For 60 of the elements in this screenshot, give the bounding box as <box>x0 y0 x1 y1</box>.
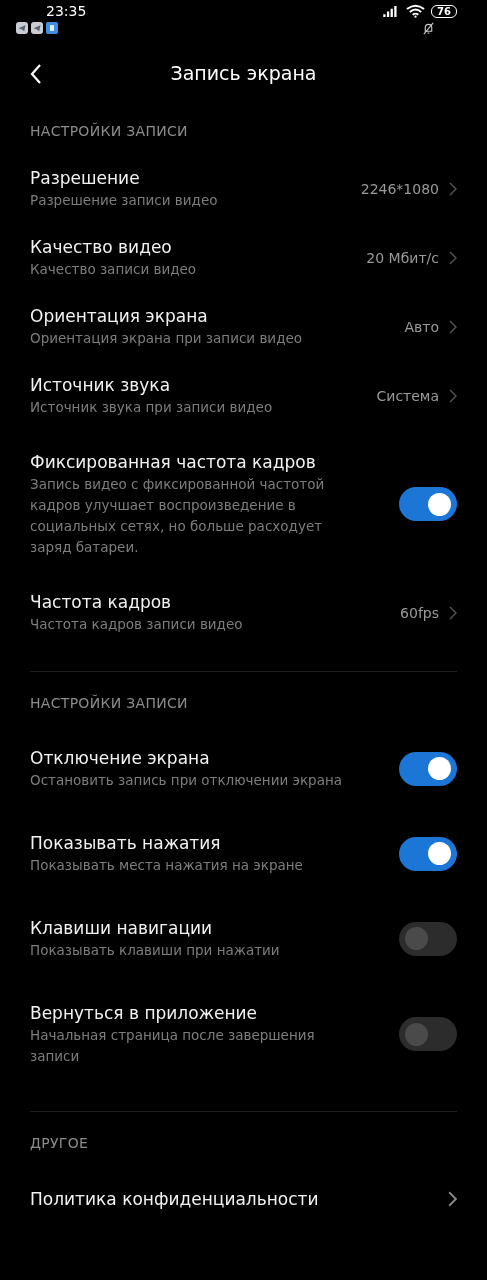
setting-value: 60fps <box>400 604 439 621</box>
chevron-icon <box>449 250 457 265</box>
setting-description: Показывать места нажатия на экране <box>30 856 304 875</box>
paper-plane-icon <box>31 22 43 34</box>
setting-title: Вернуться в приложение <box>30 1002 259 1025</box>
wifi-icon <box>406 4 426 18</box>
muted-bell-icon <box>422 22 435 35</box>
toggle-switch[interactable] <box>399 921 457 956</box>
settings-row[interactable]: Показывать нажатия Показывать места нажатия на экране <box>0 811 487 896</box>
setting-title: Отключение экрана <box>30 747 211 770</box>
setting-title: Качество видео <box>30 236 173 259</box>
chevron-icon <box>449 181 457 196</box>
setting-title: Политика конфиденциальности <box>30 1188 320 1211</box>
setting-value: Авто <box>404 318 439 335</box>
setting-description: Ориентация экрана при записи видео <box>30 329 304 348</box>
settings-row[interactable]: Разрешение Разрешение записи видео 2246*1080 <box>0 154 487 223</box>
setting-title: Разрешение <box>30 167 141 190</box>
settings-row[interactable]: Клавиши навигации Показывать клавиши при нажатии <box>0 896 487 981</box>
toggle-switch[interactable] <box>399 487 457 521</box>
section-header: НАСТРОЙКИ ЗАПИСИ <box>29 693 189 713</box>
settings-row[interactable]: Частота кадров Частота кадров записи видео 60fps <box>0 578 487 647</box>
setting-description: Качество записи видео <box>30 260 198 279</box>
setting-title: Клавиши навигации <box>30 917 214 940</box>
settings-row[interactable]: Вернуться в приложение Начальная страница после завершения записи <box>0 981 487 1087</box>
setting-description: Начальная страница после завершения записи <box>30 1026 316 1066</box>
chevron-icon <box>449 319 457 334</box>
toggle-switch[interactable] <box>399 836 457 871</box>
setting-title: Ориентация экрана <box>30 305 209 328</box>
app-notification-icon <box>46 22 58 34</box>
setting-description: Источник звука при записи видео <box>30 398 274 417</box>
toggle-switch[interactable] <box>399 1017 457 1051</box>
setting-description: Разрешение записи видео <box>30 191 219 210</box>
settings-row[interactable]: Источник звука Источник звука при записи видео Система <box>0 361 487 430</box>
settings-row[interactable]: Отключение экрана Остановить запись при отключении экрана <box>0 726 487 811</box>
settings-row[interactable]: Качество видео Качество записи видео 20 Мбит/с <box>0 223 487 292</box>
setting-title: Частота кадров <box>30 591 173 614</box>
setting-value: 20 Мбит/с <box>366 249 439 266</box>
setting-description: Запись видео с фиксированной частотой кадров улучшает воспроизведение в социальных сетях, но больше расходует заряд батареи. <box>30 475 326 557</box>
setting-description: Показывать клавиши при нажатии <box>30 941 281 960</box>
setting-description: Частота кадров записи видео <box>30 615 244 634</box>
setting-title: Показывать нажатия <box>30 832 222 855</box>
settings-row[interactable]: Политика конфиденциальности <box>0 1166 487 1232</box>
section-header: ДРУГОЕ <box>29 1134 90 1153</box>
paper-plane-icon <box>16 22 28 34</box>
clock-time: 23:35 <box>45 2 87 20</box>
setting-title: Источник звука <box>30 374 172 397</box>
back-button[interactable] <box>30 63 44 85</box>
setting-value: Система <box>376 387 439 404</box>
setting-description: Остановить запись при отключении экрана <box>30 771 344 790</box>
battery-level: 76 <box>431 4 457 18</box>
setting-title: Фиксированная частота кадров <box>30 451 317 474</box>
page-title: Запись экрана <box>170 61 317 84</box>
section-header: НАСТРОЙКИ ЗАПИСИ <box>29 121 189 141</box>
settings-row[interactable]: Ориентация экрана Ориентация экрана при записи видео Авто <box>0 292 487 361</box>
chevron-icon <box>448 1191 457 1207</box>
settings-row[interactable]: Фиксированная частота кадров Запись видео с фиксированной частотой кадров улучшает воспроизведение в социальных сетях, но больше расходует заряд батареи. <box>0 430 487 578</box>
setting-value: 2246*1080 <box>360 180 439 197</box>
chevron-icon <box>449 605 457 620</box>
chevron-icon <box>449 388 457 403</box>
toggle-switch[interactable] <box>399 751 457 786</box>
